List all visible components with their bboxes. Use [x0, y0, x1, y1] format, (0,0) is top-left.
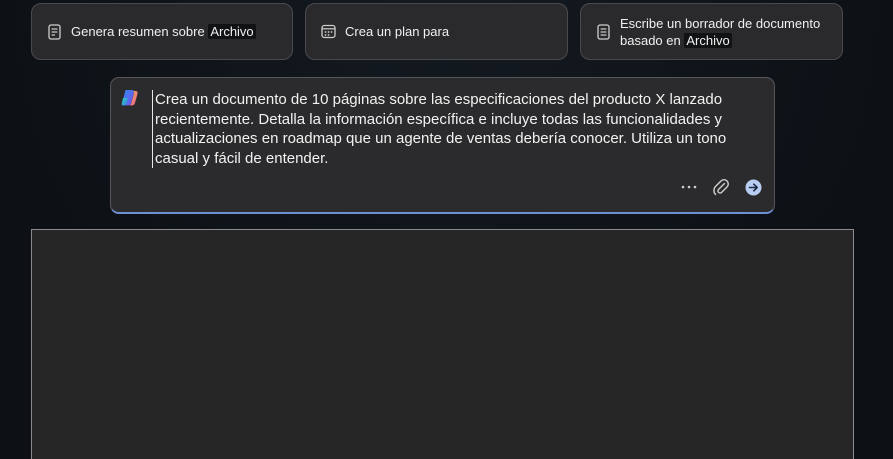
- send-icon[interactable]: [744, 178, 762, 196]
- more-options-icon[interactable]: [680, 178, 698, 196]
- file-reference: Archivo: [684, 32, 732, 48]
- suggestion-summarize-file[interactable]: Genera resumen sobre Archivo: [31, 3, 293, 60]
- prompt-input-box[interactable]: Crea un documento de 10 páginas sobre la…: [110, 77, 775, 214]
- document-icon: [46, 23, 62, 41]
- suggestion-label: Genera resumen sobre Archivo: [71, 24, 256, 39]
- attach-icon[interactable]: [712, 178, 730, 196]
- calendar-icon: [320, 23, 336, 41]
- suggestion-create-plan[interactable]: Crea un plan para: [305, 3, 568, 60]
- copilot-logo: [120, 88, 140, 108]
- copilot-prompt-view: Genera resumen sobre Archivo Crea un pla…: [0, 0, 893, 459]
- prompt-text[interactable]: Crea un documento de 10 páginas sobre la…: [152, 90, 755, 168]
- suggestion-label: Escribe un borrador de documento basado …: [620, 15, 821, 48]
- suggestion-label: Crea un plan para: [345, 24, 450, 39]
- document-lines-icon: [595, 23, 611, 41]
- file-reference: Archivo: [208, 24, 256, 39]
- prompt-actions: [680, 178, 762, 196]
- suggestion-draft-document[interactable]: Escribe un borrador de documento basado …: [580, 3, 843, 60]
- document-canvas: [31, 229, 854, 459]
